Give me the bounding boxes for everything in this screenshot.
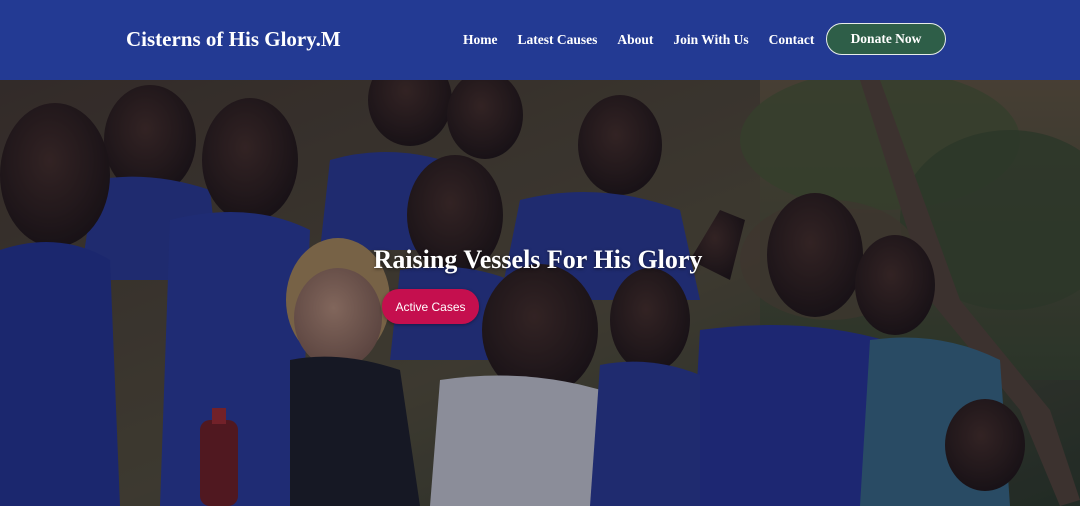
hero-dark-overlay (0, 80, 1080, 506)
hero-heading: Raising Vessels For His Glory (373, 245, 703, 274)
nav-link-contact[interactable]: Contact (769, 30, 815, 50)
nav-link-join-with-us[interactable]: Join With Us (673, 30, 748, 50)
site-logo-text[interactable]: Cisterns of His Glory.M (126, 25, 341, 53)
active-cases-button[interactable]: Active Cases (382, 289, 479, 324)
nav-link-latest-causes[interactable]: Latest Causes (518, 30, 598, 50)
hero-banner: Raising Vessels For His Glory Active Cas… (0, 80, 1080, 506)
nav-link-home[interactable]: Home (463, 30, 498, 50)
nav-link-about[interactable]: About (617, 30, 653, 50)
main-navigation: Home Latest Causes About Join With Us Co… (463, 30, 814, 50)
donate-now-button[interactable]: Donate Now (826, 23, 946, 55)
top-navbar: Cisterns of His Glory.M Home Latest Caus… (0, 0, 1080, 80)
